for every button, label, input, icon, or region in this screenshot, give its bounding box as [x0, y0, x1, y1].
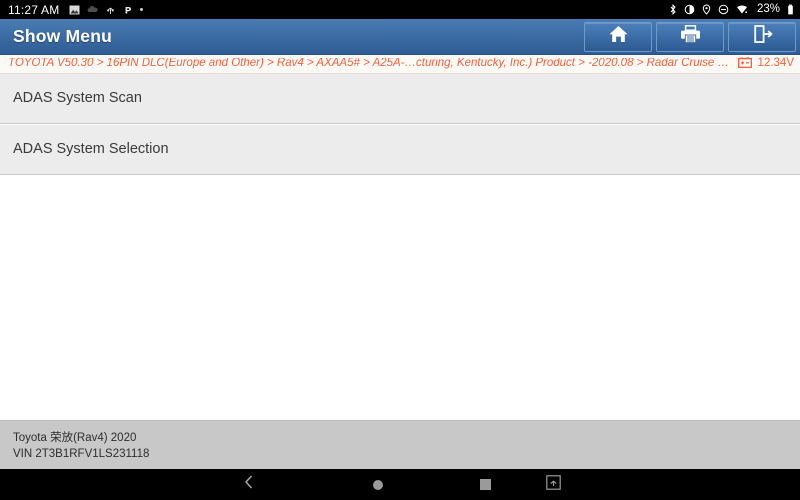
brightness-icon [684, 4, 695, 15]
svg-text:P: P [125, 6, 132, 15]
do-not-disturb-icon [718, 4, 729, 15]
page-title: Show Menu [13, 26, 113, 46]
title-bar-actions [584, 19, 800, 54]
dot-icon [140, 8, 144, 11]
status-left-icons: P [69, 5, 144, 15]
status-clock: 11:27 AM [8, 2, 60, 17]
battery-percent-label: 23% [756, 2, 780, 15]
nav-screenshot-button[interactable] [530, 469, 576, 500]
menu-list: ADAS System Scan ADAS System Selection [0, 74, 800, 420]
car-battery-icon [737, 55, 752, 73]
vehicle-info-footer: Toyota 荣放(Rav4) 2020 VIN 2T3B1RFV1LS2311… [0, 420, 800, 469]
screenshot-icon [545, 474, 561, 495]
android-status-bar: 11:27 AM P 23% [0, 0, 800, 19]
menu-item-label: ADAS System Selection [13, 141, 169, 158]
image-icon [69, 5, 80, 15]
exit-button[interactable] [728, 21, 796, 52]
battery-icon [787, 4, 794, 15]
home-button[interactable] [584, 21, 652, 52]
vehicle-name: Toyota 荣放(Rav4) 2020 [13, 432, 137, 444]
square-icon [479, 479, 491, 490]
android-nav-bar [0, 469, 800, 500]
nav-back-button[interactable] [226, 469, 272, 500]
circle-icon [373, 479, 383, 490]
wifi-icon [736, 4, 748, 15]
bluetooth-icon [669, 4, 677, 15]
nav-recents-button[interactable] [462, 469, 508, 500]
parking-icon: P [123, 5, 133, 15]
voltage-indicator: 12.34V [734, 55, 794, 73]
breadcrumb: TOYOTA V50.30 > 16PIN DLC(Europe and Oth… [8, 58, 734, 70]
app-screen: 11:27 AM P 23% Show Menu TOYOTA V50.30 >… [0, 0, 800, 500]
usb-icon [105, 5, 116, 15]
status-right-icons: 23% [669, 2, 794, 16]
weather-icon [87, 5, 98, 15]
app-title-bar: Show Menu [0, 19, 800, 55]
voltage-label: 12.34V [757, 57, 794, 70]
home-icon [608, 24, 629, 49]
menu-item-adas-system-selection[interactable]: ADAS System Selection [0, 125, 800, 175]
printer-icon [680, 24, 701, 49]
chevron-left-icon [243, 474, 255, 495]
menu-item-label: ADAS System Scan [13, 90, 142, 107]
exit-icon [752, 24, 773, 49]
nav-home-button[interactable] [355, 469, 401, 500]
breadcrumb-bar: TOYOTA V50.30 > 16PIN DLC(Europe and Oth… [0, 55, 800, 74]
menu-item-adas-system-scan[interactable]: ADAS System Scan [0, 74, 800, 124]
vehicle-vin: VIN 2T3B1RFV1LS231118 [13, 448, 150, 460]
location-icon [702, 4, 711, 15]
print-button[interactable] [656, 21, 724, 52]
